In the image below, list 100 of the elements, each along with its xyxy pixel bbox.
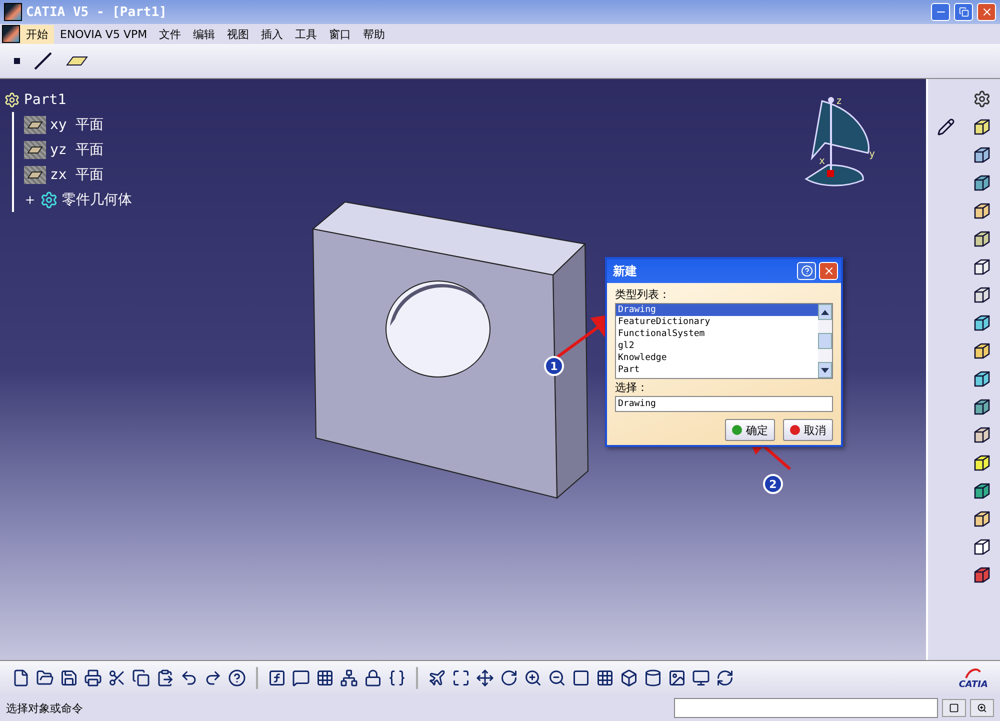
plane-icon[interactable] <box>66 56 88 66</box>
copy-icon[interactable] <box>132 669 150 687</box>
cube-icon[interactable] <box>972 453 992 473</box>
list-item[interactable]: Drawing <box>616 304 818 316</box>
help-button[interactable] <box>797 262 816 280</box>
plane-icon[interactable] <box>428 669 446 687</box>
redo-icon[interactable] <box>204 669 222 687</box>
cancel-button[interactable]: 取消 <box>783 419 833 441</box>
close-button[interactable] <box>977 3 996 21</box>
undo-icon[interactable] <box>180 669 198 687</box>
search-icon <box>977 703 987 713</box>
menu-item[interactable]: 插入 <box>255 24 290 44</box>
cube-icon[interactable] <box>972 397 992 417</box>
tree-item[interactable]: xy 平面 <box>50 116 104 134</box>
cube-icon[interactable] <box>972 425 992 445</box>
command-field[interactable] <box>674 698 938 718</box>
table-icon[interactable] <box>316 669 334 687</box>
minimize-button[interactable] <box>931 3 950 21</box>
up-arrow-icon[interactable] <box>821 310 829 314</box>
scroll-thumb[interactable] <box>818 333 832 349</box>
paste-icon[interactable] <box>156 669 174 687</box>
gear-icon <box>4 92 20 108</box>
cube-icon[interactable] <box>972 481 992 501</box>
search-button[interactable] <box>970 699 994 717</box>
cube-icon[interactable] <box>972 145 992 165</box>
rotate-icon[interactable] <box>500 669 518 687</box>
window-icon <box>949 703 959 713</box>
cube-icon[interactable] <box>972 173 992 193</box>
zoom-out-icon[interactable] <box>548 669 566 687</box>
cube-icon[interactable] <box>972 285 992 305</box>
app-icon <box>2 25 20 43</box>
settings-icon[interactable] <box>973 90 991 108</box>
speech-bubble-icon[interactable] <box>292 669 310 687</box>
restore-icon <box>958 7 968 17</box>
cube-icon[interactable] <box>972 117 992 137</box>
tree-item[interactable]: Part1 <box>24 92 66 108</box>
logo-text: CATIA <box>958 680 988 690</box>
menu-item[interactable]: 文件 <box>153 24 188 44</box>
plane-icon <box>24 116 46 134</box>
image-icon[interactable] <box>668 669 686 687</box>
line-icon[interactable] <box>34 52 52 70</box>
scrollbar[interactable] <box>818 304 832 378</box>
cube-icon[interactable] <box>972 565 992 585</box>
save-icon[interactable] <box>60 669 78 687</box>
sketch-icon[interactable] <box>937 118 955 136</box>
menu-item[interactable]: 视图 <box>221 24 256 44</box>
list-label: 类型列表： <box>615 287 671 302</box>
folder-icon[interactable] <box>36 669 54 687</box>
ok-button[interactable]: 确定 <box>725 419 775 441</box>
menu-item[interactable]: ENOVIA V5 VPM <box>54 26 154 42</box>
menu-item[interactable]: 编辑 <box>187 24 222 44</box>
multi-view-icon[interactable] <box>596 669 614 687</box>
help-icon <box>800 265 812 277</box>
down-arrow-icon[interactable] <box>821 368 829 372</box>
expand-icon[interactable] <box>24 194 36 206</box>
tree-item[interactable]: 零件几何体 <box>62 190 132 208</box>
lock-icon[interactable] <box>364 669 382 687</box>
restore-button[interactable] <box>954 3 973 21</box>
dialog-title: 新建 <box>613 262 638 280</box>
cylinder-icon[interactable] <box>644 669 662 687</box>
axis-label: x <box>819 156 826 167</box>
axis-label: y <box>869 149 876 160</box>
cube-icon[interactable] <box>972 341 992 361</box>
pan-icon[interactable] <box>476 669 494 687</box>
cube-icon[interactable] <box>972 537 992 557</box>
selection-label: 选择： <box>615 380 649 395</box>
close-button[interactable] <box>819 262 838 280</box>
cube-icon[interactable] <box>972 201 992 221</box>
cube-icon[interactable] <box>972 257 992 277</box>
menu-item[interactable]: 工具 <box>289 24 324 44</box>
selection-field[interactable]: Drawing <box>615 396 833 412</box>
help-icon[interactable] <box>228 669 246 687</box>
close-icon <box>980 6 992 18</box>
monitor-icon[interactable] <box>692 669 710 687</box>
plane-icon <box>24 166 46 184</box>
new-file-icon[interactable] <box>12 669 30 687</box>
cube-icon[interactable] <box>972 369 992 389</box>
printer-icon[interactable] <box>84 669 102 687</box>
menu-item[interactable]: 帮助 <box>357 24 392 44</box>
plane-icon <box>24 140 46 158</box>
zoom-in-icon[interactable] <box>524 669 542 687</box>
scissors-icon[interactable] <box>108 669 126 687</box>
window-button[interactable] <box>942 699 966 717</box>
menu-item[interactable]: 开始 <box>20 24 54 44</box>
tree-diagram-icon[interactable] <box>340 669 358 687</box>
menu-item[interactable]: 窗口 <box>323 24 358 44</box>
cube-icon[interactable] <box>972 509 992 529</box>
formula-icon[interactable] <box>268 669 286 687</box>
cube-icon[interactable] <box>972 229 992 249</box>
swap-icon[interactable] <box>716 669 734 687</box>
fit-all-icon[interactable] <box>452 669 470 687</box>
app-icon <box>4 3 22 21</box>
gear-icon <box>40 190 58 208</box>
cube-icon[interactable] <box>972 313 992 333</box>
normal-view-icon[interactable] <box>572 669 590 687</box>
logo-swoosh-icon <box>964 666 982 680</box>
braces-icon[interactable] <box>388 669 406 687</box>
tree-item[interactable]: zx 平面 <box>50 166 104 184</box>
cube-icon[interactable] <box>620 669 638 687</box>
tree-item[interactable]: yz 平面 <box>50 140 104 158</box>
